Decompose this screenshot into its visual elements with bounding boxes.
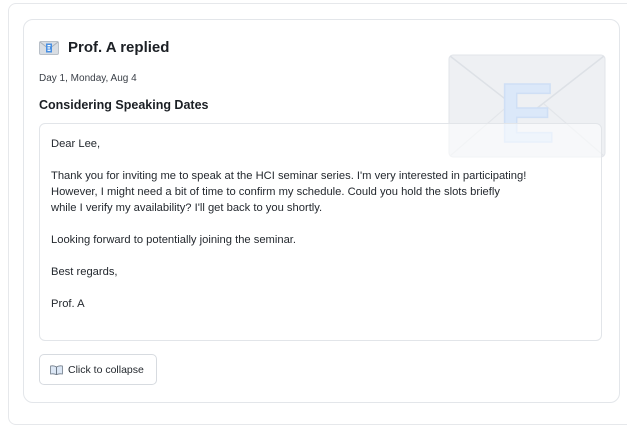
- email-reply-card: E Prof. A replied Day 1, Monday, Aug 4 C…: [23, 19, 620, 403]
- email-sign-off: Best regards,: [51, 266, 118, 278]
- page: E Prof. A replied Day 1, Monday, Aug 4 C…: [0, 0, 627, 430]
- email-subject: Considering Speaking Dates: [39, 98, 209, 112]
- email-closing-line: Looking forward to potentially joining t…: [51, 234, 297, 246]
- card-header: Prof. A replied: [39, 39, 169, 56]
- email-date: Day 1, Monday, Aug 4: [39, 73, 137, 84]
- open-book-icon: [50, 364, 63, 375]
- email-paragraph-line: Thank you for inviting me to speak at th…: [51, 170, 527, 182]
- email-body: Dear Lee, Thank you for inviting me to s…: [39, 123, 602, 341]
- email-paragraph-line: However, I might need a bit of time to c…: [51, 186, 500, 198]
- reply-title: Prof. A replied: [68, 39, 170, 56]
- email-paragraph: Thank you for inviting me to speak at th…: [51, 168, 601, 216]
- email-paragraph-line: while I verify my availability? I'll get…: [51, 202, 323, 214]
- collapse-button-label: Click to collapse: [68, 363, 144, 376]
- envelope-icon: [39, 40, 59, 55]
- collapse-button[interactable]: Click to collapse: [39, 354, 157, 385]
- email-signature: Prof. A: [51, 298, 85, 310]
- email-greeting: Dear Lee,: [51, 138, 101, 150]
